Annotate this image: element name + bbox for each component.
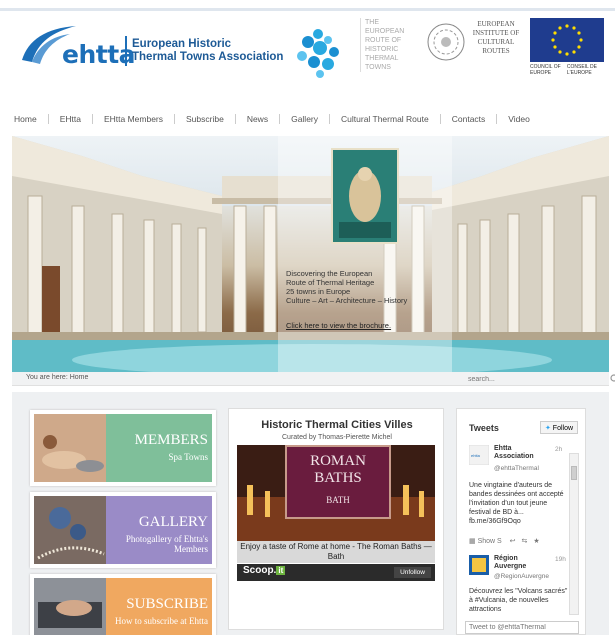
show-summary-link[interactable]: Show S (478, 538, 502, 545)
favorite-icon[interactable]: ★ (533, 538, 539, 545)
members-tile[interactable]: MEMBERS Spa Towns (30, 410, 216, 486)
twitter-bird-icon: ✦ (544, 424, 551, 432)
site-header: ehtta European Historic Thermal Towns As… (0, 12, 615, 102)
hero-banner: Discovering the European Route of Therma… (12, 136, 609, 372)
scoopit-logo-badge: it (276, 566, 286, 575)
gallery-pearls-image (34, 496, 106, 564)
main-nav: Home EHtta EHtta Members Subscribe News … (14, 112, 604, 126)
council-of-europe-caption: COUNCIL OF EUROPE CONSEIL DE L'EUROPE (530, 64, 606, 76)
tweet-text: Une vingtaine d'auteurs de bandes dessin… (469, 482, 564, 525)
council-of-europe-flag-icon[interactable] (530, 18, 604, 62)
scoop-curator: Curated by Thomas-Pierette Michel (282, 434, 392, 441)
follow-button[interactable]: ✦ Follow (540, 421, 578, 434)
nav-item-home[interactable]: Home (14, 114, 49, 124)
roman-baths-image[interactable]: ROMAN BATHS BATH (237, 445, 435, 541)
tweet-handle[interactable]: @ehttaThermal (494, 465, 539, 472)
search-input[interactable] (466, 373, 606, 385)
members-title: MEMBERS (134, 432, 208, 448)
nav-item-subscribe[interactable]: Subscribe (175, 114, 236, 124)
tweet-time[interactable]: 19h (555, 556, 566, 563)
ehtta-avatar[interactable]: ehtta (469, 445, 489, 465)
show-media-icon[interactable]: ▦ (469, 538, 476, 545)
subscribe-title: SUBSCRIBE (126, 596, 208, 612)
logo-divider (125, 36, 127, 66)
tweets-scrollbar[interactable] (569, 453, 579, 615)
gallery-tile[interactable]: GALLERY Photogallery of Ehtta's Members (30, 492, 216, 568)
tweet-author[interactable]: Ehtta Association (494, 445, 544, 461)
institute-text: EUROPEAN INSTITUTE OF CULTURAL ROUTES (472, 20, 520, 55)
gallery-subtitle: Photogallery of Ehtta's Members (125, 534, 208, 554)
hero-line-4: Culture – Art – Architecture – History (286, 296, 408, 305)
tweets-title: Tweets (469, 423, 499, 433)
scoop-headline[interactable]: Enjoy a taste of Rome at home - The Roma… (237, 541, 435, 563)
tweet-item[interactable]: ehtta Ehtta Association @ehttaThermal 2h… (469, 445, 569, 555)
roman-sign-line-2: BATHS (314, 470, 362, 486)
brochure-thumbnail[interactable] (331, 148, 399, 244)
subscribe-panel: SUBSCRIBE How to subscribe at Ehtta (106, 578, 212, 635)
tweet-handle[interactable]: @RegionAuvergne (494, 573, 549, 580)
subscribe-tile[interactable]: SUBSCRIBE How to subscribe at Ehtta (30, 574, 216, 635)
members-subtitle: Spa Towns (168, 452, 208, 462)
svg-text:ehtta: ehtta (471, 453, 481, 458)
scrollbar-thumb[interactable] (571, 466, 577, 480)
association-line-1: European Historic (132, 38, 232, 50)
retweet-icon[interactable]: ⇆ (521, 538, 527, 545)
spa-woman-image (34, 414, 106, 482)
members-panel: MEMBERS Spa Towns (106, 414, 212, 482)
coe-caption-en: COUNCIL OF EUROPE (530, 64, 561, 76)
association-name: European Historic Thermal Towns Associat… (132, 38, 283, 64)
region-auvergne-avatar[interactable] (469, 555, 489, 575)
route-text: THE EUROPEAN ROUTE OF HISTORIC THERMAL T… (360, 18, 420, 72)
breadcrumb-bar: You are here: Home (12, 372, 615, 386)
brochure-art-icon (333, 150, 397, 242)
tweet-item[interactable]: Région Auvergne @RegionAuvergne 19h Déco… (469, 555, 569, 615)
nav-item-news[interactable]: News (236, 114, 281, 124)
thermal-route-dots-icon[interactable] (292, 26, 342, 78)
hero-line-2: Route of Thermal Heritage (286, 278, 375, 287)
roman-sign-text: ROMAN BATHS (287, 453, 389, 487)
hero-line-3: 25 towns in Europe (286, 287, 351, 296)
roman-baths-sign: ROMAN BATHS BATH (285, 445, 391, 519)
institute-emblem-icon[interactable] (426, 22, 466, 62)
brochure-link[interactable]: Click here to view the brochure. (286, 321, 391, 330)
scoopit-logo[interactable]: Scoop. it (243, 565, 286, 576)
roman-sign-line-1: ROMAN (310, 453, 366, 469)
twitter-widget: Tweets ✦ Follow ehtta Ehtta Association … (456, 408, 586, 635)
reply-icon[interactable]: ↩ (510, 538, 516, 545)
nav-item-contacts[interactable]: Contacts (441, 114, 498, 124)
breadcrumb: You are here: Home (26, 374, 89, 381)
nav-item-cultural-route[interactable]: Cultural Thermal Route (330, 114, 441, 124)
top-rule (0, 8, 615, 11)
nav-item-members[interactable]: EHtta Members (93, 114, 175, 124)
scoopit-logo-text: Scoop. (243, 565, 277, 576)
roman-sign-sub: BATH (326, 495, 350, 505)
nav-item-ehtta[interactable]: EHtta (49, 114, 93, 124)
association-line-2: Thermal Towns Association (132, 51, 284, 63)
coe-caption-fr: CONSEIL DE L'EUROPE (566, 64, 597, 76)
tweet-author[interactable]: Région Auvergne (494, 555, 544, 571)
nav-item-video[interactable]: Video (497, 114, 541, 124)
unfollow-button[interactable]: Unfollow (394, 567, 431, 578)
scoop-title[interactable]: Historic Thermal Cities Villes (237, 419, 437, 431)
nav-item-gallery[interactable]: Gallery (280, 114, 331, 124)
follow-label: Follow (552, 424, 574, 432)
tweet-time[interactable]: 2h (555, 446, 562, 453)
scoopit-widget: Historic Thermal Cities Villes Curated b… (228, 408, 444, 630)
tweet-actions: ▦ Show S ↩ ⇆ ★ (469, 537, 569, 545)
subscribe-subtitle: How to subscribe at Ehtta (115, 616, 208, 626)
tweet-compose-input[interactable] (465, 621, 579, 634)
search-icon[interactable] (610, 374, 615, 384)
gallery-panel: GALLERY Photogallery of Ehtta's Members (106, 496, 212, 564)
hero-line-1: Discovering the European (286, 269, 373, 278)
scoop-footer: Scoop. it Unfollow (237, 564, 435, 581)
hero-copy: Discovering the European Route of Therma… (286, 269, 446, 305)
gallery-title: GALLERY (138, 514, 208, 530)
tweet-text: Découvrez les "Volcans sacrés" à #Vulcan… (469, 588, 568, 613)
keyboard-hands-image (34, 578, 106, 635)
